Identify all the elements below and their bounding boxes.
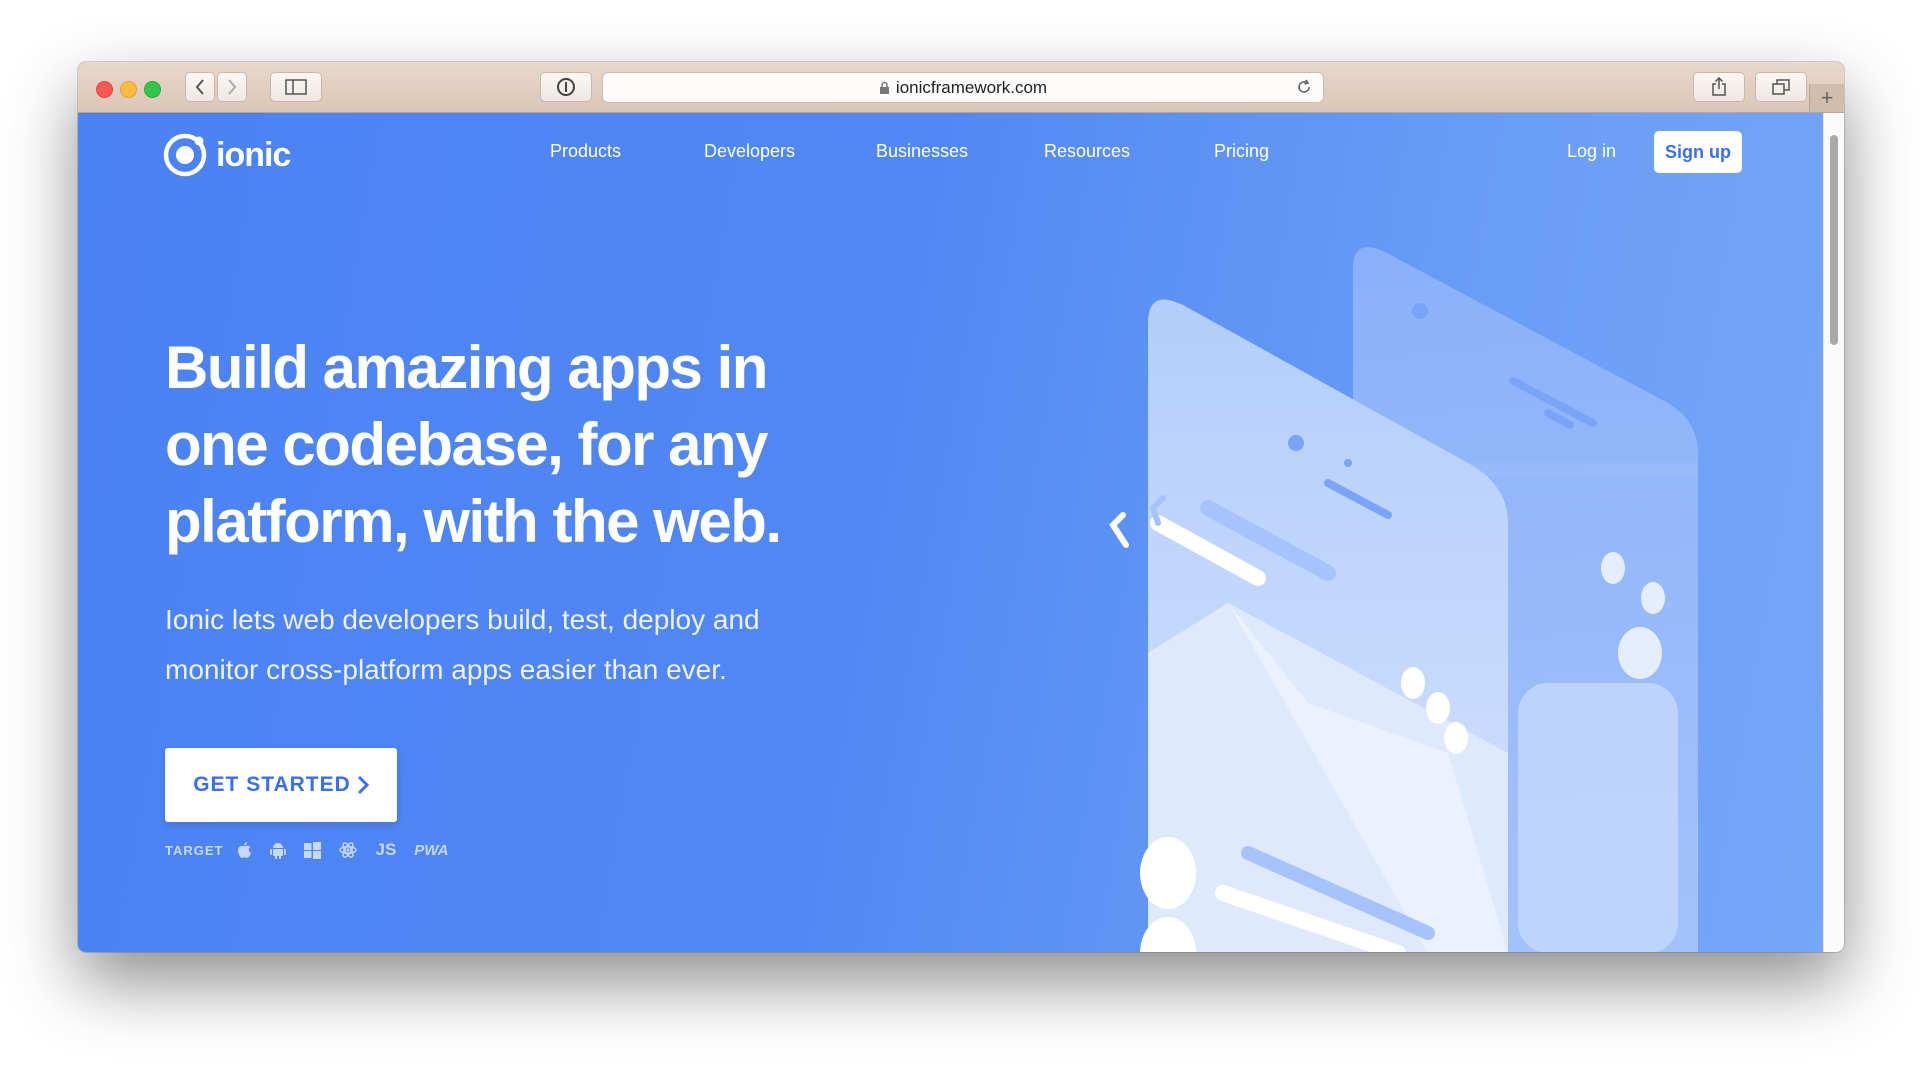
pwa-icon: PWA: [414, 841, 449, 859]
target-label: TARGET: [165, 842, 224, 858]
hero-subtitle-line: monitor cross-platform apps easier than …: [165, 654, 727, 685]
get-started-label: GET STARTED: [193, 773, 351, 796]
forward-button[interactable]: [217, 72, 247, 102]
tab-overview-button[interactable]: [1755, 72, 1807, 102]
sidebar-toggle-button[interactable]: [270, 72, 322, 102]
page-viewport: ionic Products Developers Businesses Res…: [78, 113, 1844, 952]
brand-logo[interactable]: ionic: [162, 132, 291, 178]
chevron-left-icon: [195, 79, 204, 95]
nav-link-products[interactable]: Products: [550, 141, 621, 162]
electron-icon: [339, 841, 358, 859]
minimize-window-button[interactable]: [120, 81, 137, 98]
tabs-icon: [1772, 79, 1790, 95]
share-button[interactable]: [1693, 72, 1745, 102]
info-circle-icon: [557, 78, 575, 96]
windows-icon: [304, 841, 322, 859]
reload-icon[interactable]: [1295, 78, 1313, 96]
nav-link-developers[interactable]: Developers: [704, 141, 795, 162]
signup-button[interactable]: Sign up: [1654, 131, 1742, 173]
phones-illustration: [1109, 247, 1698, 952]
hero-subtitle: Ionic lets web developers build, test, d…: [165, 595, 885, 695]
login-link[interactable]: Log in: [1567, 141, 1616, 162]
nav-link-businesses[interactable]: Businesses: [876, 141, 968, 162]
apple-icon: [237, 841, 252, 859]
scrollbar-thumb[interactable]: [1830, 135, 1838, 345]
chevron-right-icon: [228, 79, 237, 95]
hero-title: Build amazing apps in one codebase, for …: [165, 329, 865, 560]
lock-icon: [879, 81, 889, 94]
hero-subtitle-line: Ionic lets web developers build, test, d…: [165, 604, 760, 635]
zoom-window-button[interactable]: [144, 81, 161, 98]
js-icon: JS: [375, 840, 397, 859]
browser-toolbar: ionicframework.com +: [78, 62, 1844, 113]
nav-link-resources[interactable]: Resources: [1044, 141, 1130, 162]
nav-link-pricing[interactable]: Pricing: [1214, 141, 1269, 162]
new-tab-button[interactable]: +: [1809, 84, 1844, 112]
brand-name: ionic: [216, 135, 291, 174]
share-icon: [1712, 77, 1726, 96]
url-text: ionicframework.com: [895, 77, 1048, 97]
hero-title-line: platform, with the web.: [165, 488, 782, 555]
browser-window: ionicframework.com + ionic Products Deve…: [78, 62, 1844, 952]
address-bar[interactable]: ionicframework.com: [602, 72, 1324, 103]
hero-title-line: Build amazing apps in: [165, 334, 768, 401]
chevron-right-icon: [357, 775, 369, 795]
page-scrollbar[interactable]: [1823, 113, 1844, 952]
close-window-button[interactable]: [96, 81, 113, 98]
plus-icon: +: [1820, 85, 1834, 110]
ionic-logo-icon: [163, 133, 207, 177]
target-platforms: TARGET JS PWA: [165, 840, 466, 860]
privacy-report-button[interactable]: [540, 72, 592, 102]
get-started-button[interactable]: GET STARTED: [165, 748, 397, 822]
hero-title-line: one codebase, for any: [165, 411, 769, 478]
back-button[interactable]: [185, 72, 215, 102]
sidebar-icon: [285, 79, 307, 95]
android-icon: [270, 841, 287, 859]
